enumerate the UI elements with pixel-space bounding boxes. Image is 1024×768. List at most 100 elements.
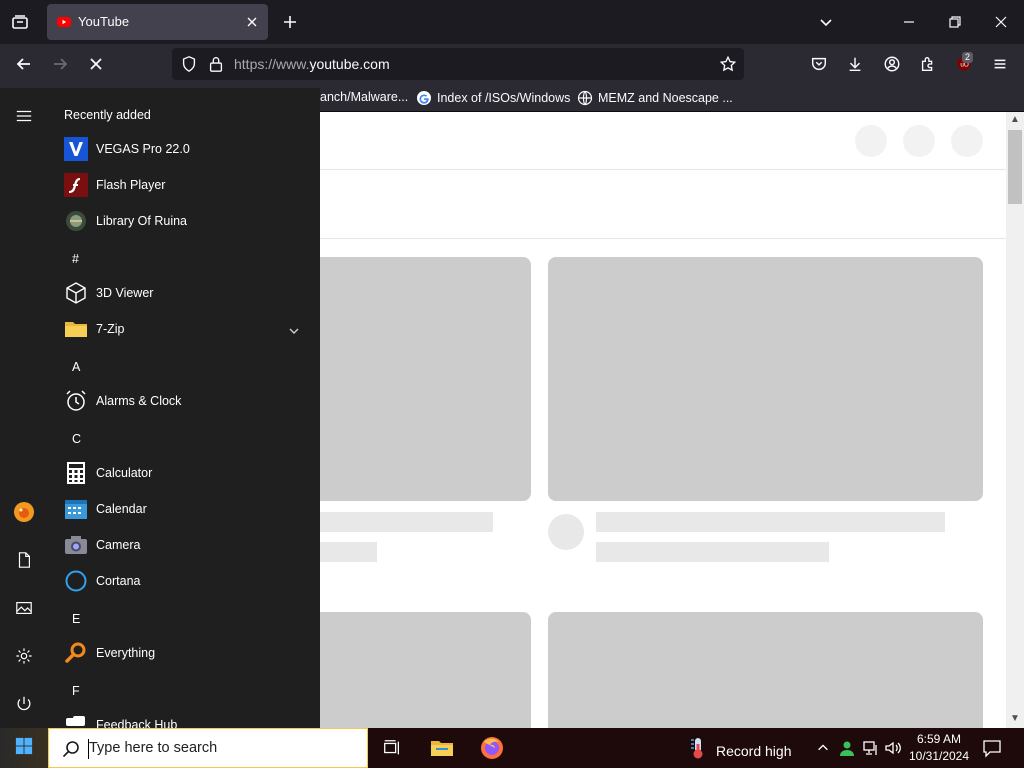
app-everything[interactable]: Everything [64,637,304,669]
taskbar: Type here to search Record high 6:59 AM … [0,728,1024,768]
magnifier-icon [64,641,88,665]
bookmark-label: anch/Malware... [320,90,409,104]
app-calendar[interactable]: Calendar [64,493,304,525]
app-alarms-clock[interactable]: Alarms & Clock [64,385,304,417]
restore-icon[interactable] [941,8,969,36]
bookmark-label: MEMZ and Noescape ... [598,91,733,105]
user-avatar-icon[interactable] [13,501,35,523]
pictures-icon[interactable] [13,597,35,619]
new-tab-icon[interactable] [280,12,300,32]
letter-heading-c[interactable]: C [72,432,81,446]
letter-heading-a[interactable]: A [72,360,80,374]
cube-icon [64,281,88,305]
close-window-icon[interactable] [987,8,1015,36]
bookmark-memz[interactable]: MEMZ and Noescape ... [577,90,733,106]
volume-icon[interactable] [884,739,902,757]
app-label: 3D Viewer [96,286,154,300]
clock[interactable]: 6:59 AM 10/31/2024 [906,731,972,765]
scroll-up-icon[interactable]: ▲ [1009,114,1021,126]
chevron-down-icon[interactable] [288,324,300,336]
minimize-icon[interactable] [895,8,923,36]
menu-icon[interactable] [989,53,1011,75]
back-icon[interactable] [13,53,35,75]
app-library-of-ruina[interactable]: Library Of Ruina [64,205,304,237]
flash-icon [64,173,88,197]
start-button[interactable] [0,728,48,768]
thermometer-icon [688,736,708,765]
header-placeholder [855,125,887,157]
account-icon[interactable] [881,53,903,75]
recently-added-heading: Recently added [64,108,151,122]
navigation-toolbar: https://www.youtube.com uO [0,44,1024,84]
hamburger-menu-icon[interactable] [13,105,35,127]
list-all-tabs-icon[interactable] [812,8,840,36]
folder-icon [64,317,88,341]
tracking-protection-icon[interactable] [178,53,200,75]
taskbar-search-box[interactable]: Type here to search [48,728,368,768]
tab-bar: YouTube [0,0,1024,44]
bookmark-isos[interactable]: Index of /ISOs/Windows [416,90,570,106]
task-view-icon[interactable] [378,734,406,762]
page-scrollbar[interactable]: ▲ ▼ [1006,112,1024,728]
file-explorer-icon[interactable] [428,734,456,762]
app-label: Flash Player [96,178,166,192]
clock-time: 6:59 AM [916,732,962,746]
settings-gear-icon[interactable] [13,645,35,667]
app-camera[interactable]: Camera [64,529,304,561]
globe-icon [577,90,593,106]
close-tab-icon[interactable] [244,14,260,30]
pocket-icon[interactable] [808,53,830,75]
extensions-icon[interactable] [917,53,939,75]
downloads-icon[interactable] [844,53,866,75]
app-label: Feedback Hub [96,718,178,728]
app-calculator[interactable]: Calculator [64,457,304,489]
app-label: Alarms & Clock [96,394,182,408]
url-domain: youtube.com [309,56,390,72]
app-label: Cortana [96,574,141,588]
header-placeholder [951,125,983,157]
divider [320,238,1008,239]
app-label: Camera [96,538,141,552]
divider [320,169,1008,170]
bookmark-star-icon[interactable] [717,53,739,75]
power-icon[interactable] [13,693,35,715]
address-bar[interactable]: https://www.youtube.com [172,48,744,80]
tab-title: YouTube [78,14,130,29]
tab-youtube[interactable]: YouTube [47,4,268,40]
tab-list-icon[interactable] [8,10,32,34]
app-3d-viewer[interactable]: 3D Viewer [64,277,304,309]
app-flash-player[interactable]: Flash Player [64,169,304,201]
url-text[interactable]: https://www.youtube.com [234,56,390,72]
firefox-icon[interactable] [478,734,506,762]
letter-heading-f[interactable]: F [72,684,80,698]
video-meta-placeholder [596,542,829,562]
documents-icon[interactable] [13,549,35,571]
vegas-icon [64,137,88,161]
app-feedback-hub[interactable]: Feedback Hub [64,709,304,728]
network-icon[interactable] [862,739,880,757]
letter-heading-e[interactable]: E [72,612,80,626]
lock-icon[interactable] [205,53,227,75]
app-cortana[interactable]: Cortana [64,565,304,597]
chevron-up-icon[interactable] [814,739,832,757]
calendar-icon [64,497,88,521]
cortana-icon [64,569,88,593]
app-label: Calendar [96,502,147,516]
notification-icon[interactable] [982,738,1002,758]
app-label: Everything [96,646,156,660]
search-placeholder: Type here to search [89,740,218,756]
forward-icon[interactable] [49,53,71,75]
weather-widget[interactable]: Record high [688,736,792,765]
url-prefix: https://www. [234,56,310,72]
video-thumbnail-placeholder [548,612,983,728]
windows-logo-icon [15,737,33,760]
scroll-down-icon[interactable]: ▼ [1009,713,1021,725]
video-title-placeholder [596,512,945,532]
scroll-thumb[interactable] [1008,130,1022,204]
letter-heading-hash[interactable]: # [72,252,79,266]
stop-icon[interactable] [85,53,107,75]
app-vegas-pro[interactable]: VEGAS Pro 22.0 [64,133,304,165]
people-icon[interactable] [838,739,856,757]
bookmark-malware[interactable]: anch/Malware... [320,90,408,104]
app-7-zip[interactable]: 7-Zip [64,313,304,345]
